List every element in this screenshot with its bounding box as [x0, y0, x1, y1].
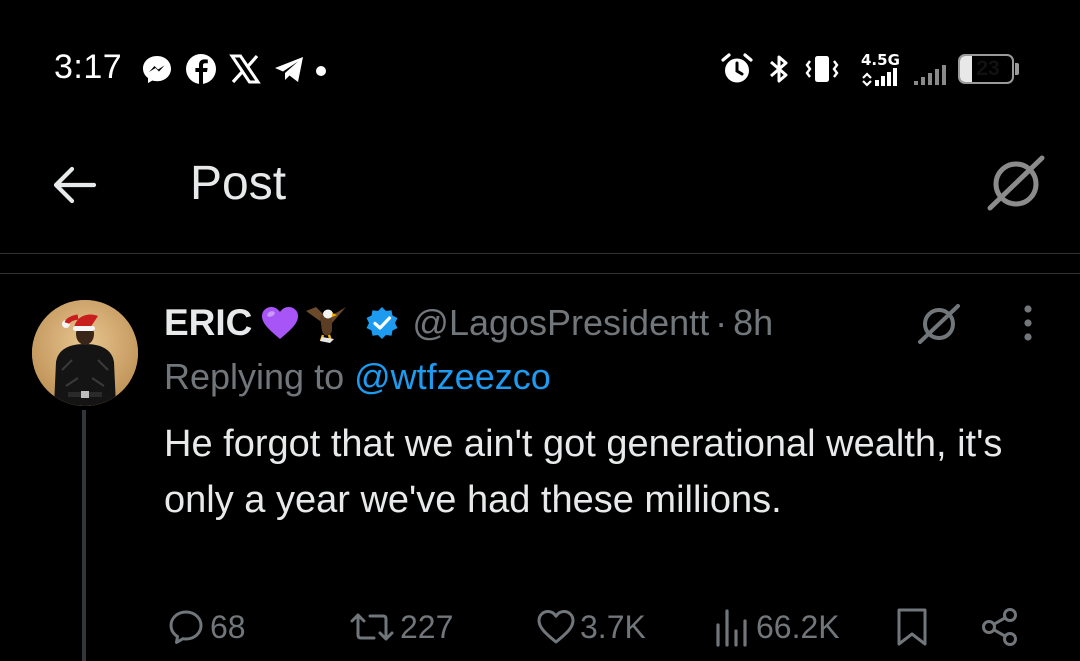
replying-to-label: Replying to	[164, 356, 345, 397]
user-handle[interactable]: @LagosPresidentt	[412, 302, 709, 344]
telegram-icon	[275, 57, 303, 82]
display-name[interactable]: ERIC	[164, 302, 252, 344]
avatar-image	[32, 300, 138, 406]
replying-to: Replying to @wtfzeezco	[164, 356, 551, 398]
vibrate-icon	[805, 56, 839, 82]
status-time: 3:17	[54, 48, 123, 86]
grok-icon	[987, 155, 1045, 211]
thread-line	[82, 410, 86, 661]
tweet-text: He forgot that we ain't got generational…	[164, 423, 1003, 521]
verified-badge-icon	[366, 307, 398, 339]
page-title: Post	[190, 157, 287, 210]
repost-button[interactable]: 227	[348, 604, 453, 650]
tweet-grok-button[interactable]	[916, 300, 962, 346]
avatar[interactable]	[32, 300, 138, 406]
grok-button[interactable]	[984, 150, 1048, 214]
tweet-time[interactable]: 8h	[733, 302, 773, 344]
views-button[interactable]: 66.2K	[712, 604, 840, 650]
status-bar: 3:17 4.5G 23	[0, 0, 1080, 140]
share-icon	[982, 608, 1017, 646]
like-button[interactable]: 3.7K	[536, 604, 646, 650]
facebook-icon	[186, 54, 216, 84]
more-options-button[interactable]	[1008, 302, 1048, 344]
grok-icon	[918, 304, 960, 344]
notification-dot	[316, 66, 326, 76]
repost-icon	[350, 613, 394, 641]
reply-mention-link[interactable]: @wtfzeezco	[354, 356, 551, 397]
share-button[interactable]	[980, 604, 1020, 650]
bookmark-icon	[897, 608, 927, 646]
thread-divider	[0, 273, 1080, 274]
signal-weak-icon	[914, 65, 946, 85]
x-icon	[229, 54, 261, 84]
reply-button[interactable]: 68	[166, 604, 246, 650]
bookmark-button[interactable]	[892, 604, 932, 650]
heart-icon	[537, 610, 575, 644]
tweet-header: ERIC @LagosPresidentt · 8h	[164, 300, 773, 346]
separator-dot: ·	[715, 302, 728, 343]
back-button[interactable]	[50, 160, 100, 210]
repost-count: 227	[400, 608, 454, 645]
mobile-data-icon	[862, 68, 897, 87]
views-icon	[716, 609, 747, 647]
reply-count: 68	[210, 608, 246, 645]
more-vertical-icon	[1024, 305, 1032, 341]
like-count: 3.7K	[580, 608, 646, 645]
purple-heart-emoji	[262, 307, 299, 339]
messenger-icon	[143, 56, 171, 83]
battery-level: 23	[976, 57, 1000, 80]
battery-body: 23	[958, 54, 1014, 84]
arrow-left-icon	[53, 166, 97, 204]
reply-icon	[169, 610, 203, 644]
battery-cap	[1015, 63, 1019, 75]
eagle-emoji	[306, 307, 347, 343]
header-divider	[0, 253, 1080, 254]
battery-icon: 23	[958, 54, 1020, 84]
bluetooth-icon	[770, 55, 788, 83]
view-count: 66.2K	[756, 608, 840, 645]
alarm-icon	[721, 53, 753, 83]
